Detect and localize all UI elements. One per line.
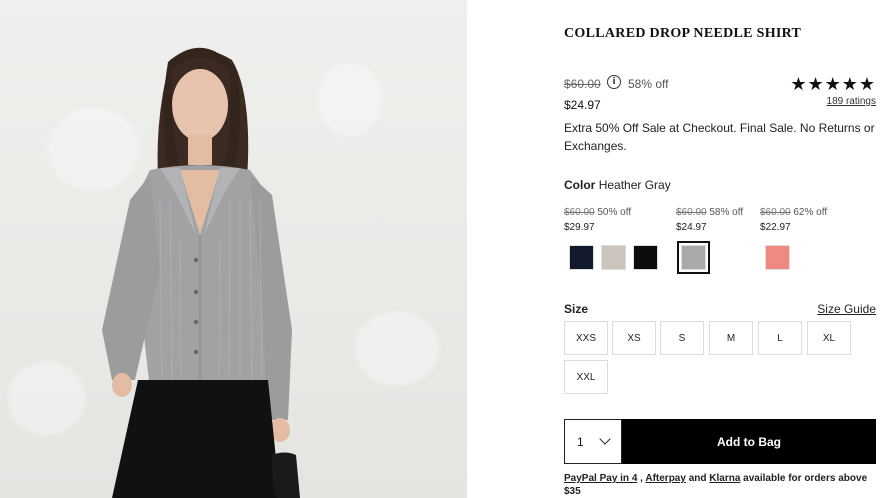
swatch-price-old: $60.00	[676, 207, 707, 218]
swatch-price-pct: 62% off	[793, 207, 828, 218]
promo-text: Extra 50% Off Sale at Checkout. Final Sa…	[564, 121, 875, 153]
swatch-price-group: $60.00 62% off $22.97	[760, 205, 827, 235]
star-icons: ★★★★★	[790, 74, 876, 95]
color-swatch-black[interactable]	[633, 245, 658, 270]
discount-percent: 58% off	[628, 77, 669, 91]
star-rating: ★★★★★	[790, 74, 876, 95]
swatch-price-now: $29.97	[564, 222, 595, 233]
swatch-price-group: $60.00 58% off $24.97	[676, 205, 743, 235]
size-option-xxs[interactable]: XXS	[564, 321, 608, 355]
color-swatch-heather-gray[interactable]	[677, 241, 710, 274]
swatch-price-pct: 58% off	[709, 207, 744, 218]
selected-color-name: Heather Gray	[598, 178, 671, 192]
size-option-xxl[interactable]: XXL	[564, 360, 608, 394]
payment-and: and	[685, 473, 710, 484]
swatch-price-pct: 50% off	[597, 207, 632, 218]
swatch-price-now: $24.97	[676, 222, 707, 233]
ratings-link[interactable]: 189 ratings	[827, 96, 876, 107]
quantity-select[interactable]: 1	[564, 419, 622, 464]
info-icon[interactable]: i	[607, 75, 621, 89]
quantity-value: 1	[577, 434, 584, 449]
swatch-price-now: $22.97	[760, 222, 791, 233]
size-label: Size	[564, 302, 589, 316]
swatch-price-group: $60.00 50% off $29.97	[564, 205, 631, 235]
add-to-bag-button[interactable]: Add to Bag	[622, 419, 876, 464]
size-option-l[interactable]: L	[758, 321, 802, 355]
size-option-m[interactable]: M	[709, 321, 753, 355]
swatch-price-old: $60.00	[564, 207, 595, 218]
payment-options-text: PayPal Pay in 4 , Afterpay and Klarna av…	[564, 472, 876, 498]
size-guide-link[interactable]: Size Guide	[817, 302, 876, 316]
size-option-s[interactable]: S	[660, 321, 704, 355]
product-details-panel: COLLARED DROP NEEDLE SHIRT $60.00 i 58% …	[564, 0, 876, 498]
product-title: COLLARED DROP NEEDLE SHIRT	[564, 26, 802, 41]
original-price: $60.00	[564, 77, 601, 91]
model-illustration	[102, 47, 300, 498]
color-label-title: Color	[564, 178, 596, 192]
size-option-xl[interactable]: XL	[807, 321, 851, 355]
swatch-price-old: $60.00	[760, 207, 791, 218]
paypal-link[interactable]: PayPal Pay in 4	[564, 473, 637, 484]
klarna-link[interactable]: Klarna	[709, 473, 740, 484]
afterpay-link[interactable]: Afterpay	[645, 473, 686, 484]
product-photo[interactable]	[0, 0, 467, 498]
color-swatch-navy[interactable]	[569, 245, 594, 270]
size-option-xs[interactable]: XS	[612, 321, 656, 355]
color-swatch-coral[interactable]	[765, 245, 790, 270]
current-price: $24.97	[564, 98, 601, 112]
color-label: Color Heather Gray	[564, 178, 671, 192]
chevron-down-icon	[599, 433, 611, 445]
color-swatch-oatmeal[interactable]	[601, 245, 626, 270]
